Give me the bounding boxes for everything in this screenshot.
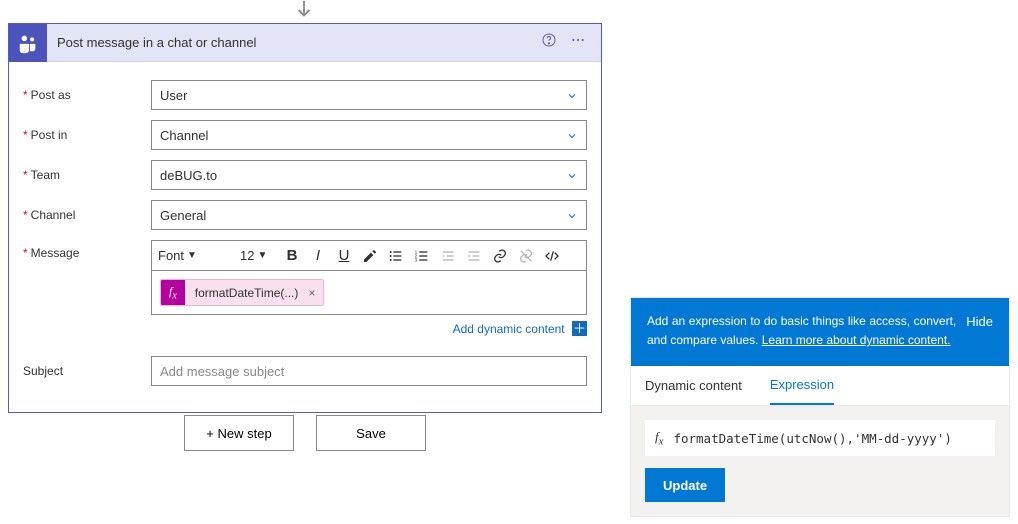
chevron-down-icon bbox=[566, 210, 578, 222]
post-in-select[interactable]: Channel bbox=[151, 120, 587, 150]
tab-dynamic-content[interactable]: Dynamic content bbox=[645, 366, 742, 405]
team-select[interactable]: deBUG.to bbox=[151, 160, 587, 190]
add-dynamic-content[interactable]: Add dynamic content ＋ bbox=[151, 321, 587, 336]
font-family-select[interactable]: Font▼ bbox=[158, 248, 238, 263]
code-view-button[interactable] bbox=[540, 244, 564, 268]
chevron-down-icon bbox=[566, 90, 578, 102]
expression-token-text: formatDateTime(...) bbox=[185, 286, 307, 300]
action-card: Post message in a chat or channel Post a… bbox=[8, 23, 602, 413]
help-icon[interactable] bbox=[535, 32, 563, 53]
label-post-as: Post as bbox=[23, 88, 151, 102]
new-step-button[interactable]: + New step bbox=[184, 415, 294, 451]
channel-select[interactable]: General bbox=[151, 200, 587, 230]
label-channel: Channel bbox=[23, 208, 151, 222]
fx-icon: fx bbox=[161, 280, 185, 305]
remove-token-button[interactable]: × bbox=[306, 286, 323, 300]
unlink-button bbox=[514, 244, 538, 268]
tab-expression[interactable]: Expression bbox=[770, 366, 834, 405]
rte-toolbar: Font▼ 12▼ B I U 123 bbox=[151, 240, 587, 270]
add-dynamic-content-link[interactable]: Add dynamic content bbox=[453, 322, 565, 336]
panel-tip: Add an expression to do basic things lik… bbox=[631, 298, 1009, 366]
expression-token[interactable]: fx formatDateTime(...) × bbox=[160, 279, 324, 306]
link-button[interactable] bbox=[488, 244, 512, 268]
card-body: Post as User Post in Channel Team bbox=[9, 62, 601, 412]
label-team: Team bbox=[23, 168, 151, 182]
card-header[interactable]: Post message in a chat or channel bbox=[9, 24, 601, 62]
save-button[interactable]: Save bbox=[316, 415, 426, 451]
channel-value: General bbox=[160, 208, 206, 223]
expression-input[interactable]: fx formatDateTime(utcNow(),'MM-dd-yyyy') bbox=[645, 420, 995, 456]
update-button[interactable]: Update bbox=[645, 468, 725, 502]
post-as-select[interactable]: User bbox=[151, 80, 587, 110]
bulleted-list-button[interactable] bbox=[384, 244, 408, 268]
teams-icon bbox=[9, 24, 47, 62]
message-input[interactable]: fx formatDateTime(...) × bbox=[151, 270, 587, 315]
learn-more-link[interactable]: Learn more about dynamic content. bbox=[762, 333, 951, 347]
label-subject: Subject bbox=[23, 364, 151, 378]
more-icon[interactable] bbox=[563, 32, 593, 53]
hide-button[interactable]: Hide bbox=[966, 312, 993, 350]
subject-placeholder: Add message subject bbox=[160, 364, 284, 379]
underline-button[interactable]: U bbox=[332, 244, 356, 268]
plus-icon: ＋ bbox=[572, 321, 587, 336]
subject-input[interactable]: Add message subject bbox=[151, 356, 587, 386]
expression-area: fx formatDateTime(utcNow(),'MM-dd-yyyy')… bbox=[631, 406, 1009, 516]
font-size-select[interactable]: 12▼ bbox=[240, 248, 278, 263]
chevron-down-icon bbox=[566, 130, 578, 142]
caret-down-icon: ▼ bbox=[187, 250, 197, 261]
chevron-down-icon bbox=[566, 170, 578, 182]
post-in-value: Channel bbox=[160, 128, 208, 143]
expression-panel: Add an expression to do basic things lik… bbox=[630, 297, 1010, 517]
action-row: + New step Save bbox=[8, 415, 602, 451]
expression-text: formatDateTime(utcNow(),'MM-dd-yyyy') bbox=[673, 431, 951, 446]
caret-down-icon: ▼ bbox=[257, 250, 267, 261]
bold-button[interactable]: B bbox=[280, 244, 304, 268]
svg-text:3: 3 bbox=[415, 257, 418, 262]
post-as-value: User bbox=[160, 88, 187, 103]
pencil-icon[interactable] bbox=[358, 244, 382, 268]
panel-tabs: Dynamic content Expression bbox=[631, 366, 1009, 406]
outdent-button bbox=[436, 244, 460, 268]
card-title: Post message in a chat or channel bbox=[57, 35, 535, 50]
team-value: deBUG.to bbox=[160, 168, 217, 183]
indent-button bbox=[462, 244, 486, 268]
label-message: Message bbox=[23, 240, 151, 260]
label-post-in: Post in bbox=[23, 128, 151, 142]
numbered-list-button[interactable]: 123 bbox=[410, 244, 434, 268]
italic-button[interactable]: I bbox=[306, 244, 330, 268]
fx-icon: fx bbox=[655, 429, 663, 448]
